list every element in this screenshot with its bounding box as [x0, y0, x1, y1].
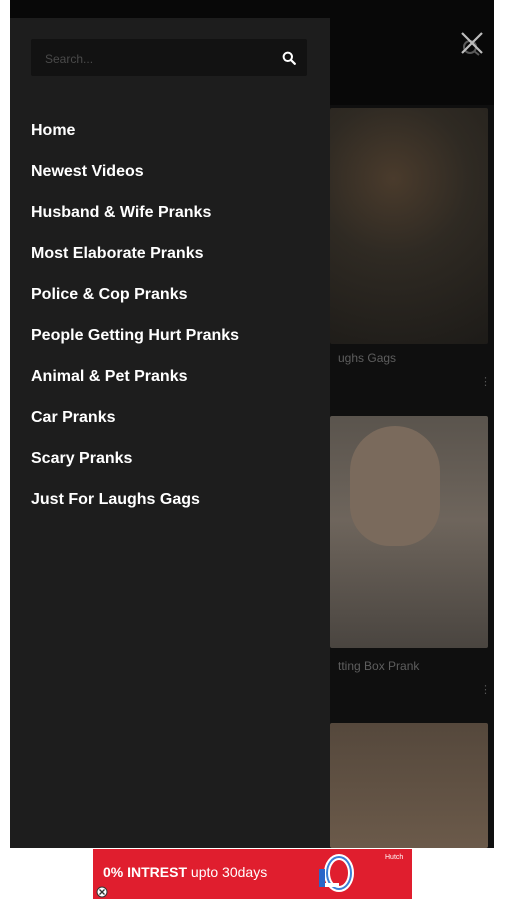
ad-text: 0% INTREST upto 30days	[103, 864, 267, 880]
menu-item-police-cop-pranks[interactable]: Police & Cop Pranks	[31, 282, 239, 323]
more-vertical-icon[interactable]: ⋮	[480, 375, 491, 388]
drawer-menu: Home Newest Videos Husband & Wife Pranks…	[31, 118, 239, 528]
ad-info-icon[interactable]	[96, 885, 108, 898]
menu-item-people-getting-hurt-pranks[interactable]: People Getting Hurt Pranks	[31, 323, 239, 364]
menu-item-scary-pranks[interactable]: Scary Pranks	[31, 446, 239, 487]
video-thumbnail[interactable]	[330, 108, 488, 344]
thumbnail-image	[350, 426, 440, 546]
video-title[interactable]: tting Box Prank	[338, 659, 419, 673]
close-icon[interactable]	[459, 30, 485, 56]
search-bar	[31, 39, 307, 78]
ad-banner[interactable]: 0% INTREST upto 30days Hutch	[93, 849, 412, 899]
app-screen: ughs Gags ⋮ tting Box Prank ⋮ Home Newes…	[10, 0, 494, 848]
ad-brand-logo: Hutch	[385, 854, 404, 861]
menu-item-just-for-laughs-gags[interactable]: Just For Laughs Gags	[31, 487, 239, 528]
video-thumbnail[interactable]	[330, 723, 488, 848]
menu-item-home[interactable]: Home	[31, 118, 239, 159]
menu-item-animal-pet-pranks[interactable]: Animal & Pet Pranks	[31, 364, 239, 405]
ad-headline: 0% INTREST	[103, 864, 188, 880]
ad-subline: upto 30days	[190, 864, 268, 880]
menu-item-car-pranks[interactable]: Car Pranks	[31, 405, 239, 446]
search-icon[interactable]	[279, 48, 299, 68]
ad-zero-graphic	[315, 853, 359, 897]
menu-item-newest-videos[interactable]: Newest Videos	[31, 159, 239, 200]
menu-item-most-elaborate-pranks[interactable]: Most Elaborate Pranks	[31, 241, 239, 282]
navigation-drawer: Home Newest Videos Husband & Wife Pranks…	[10, 18, 330, 848]
video-thumbnail[interactable]	[330, 416, 488, 648]
more-vertical-icon[interactable]: ⋮	[480, 683, 491, 696]
video-feed: ughs Gags ⋮ tting Box Prank ⋮	[330, 105, 494, 848]
menu-item-husband-wife-pranks[interactable]: Husband & Wife Pranks	[31, 200, 239, 241]
search-input[interactable]	[43, 39, 267, 78]
video-title[interactable]: ughs Gags	[338, 351, 396, 365]
